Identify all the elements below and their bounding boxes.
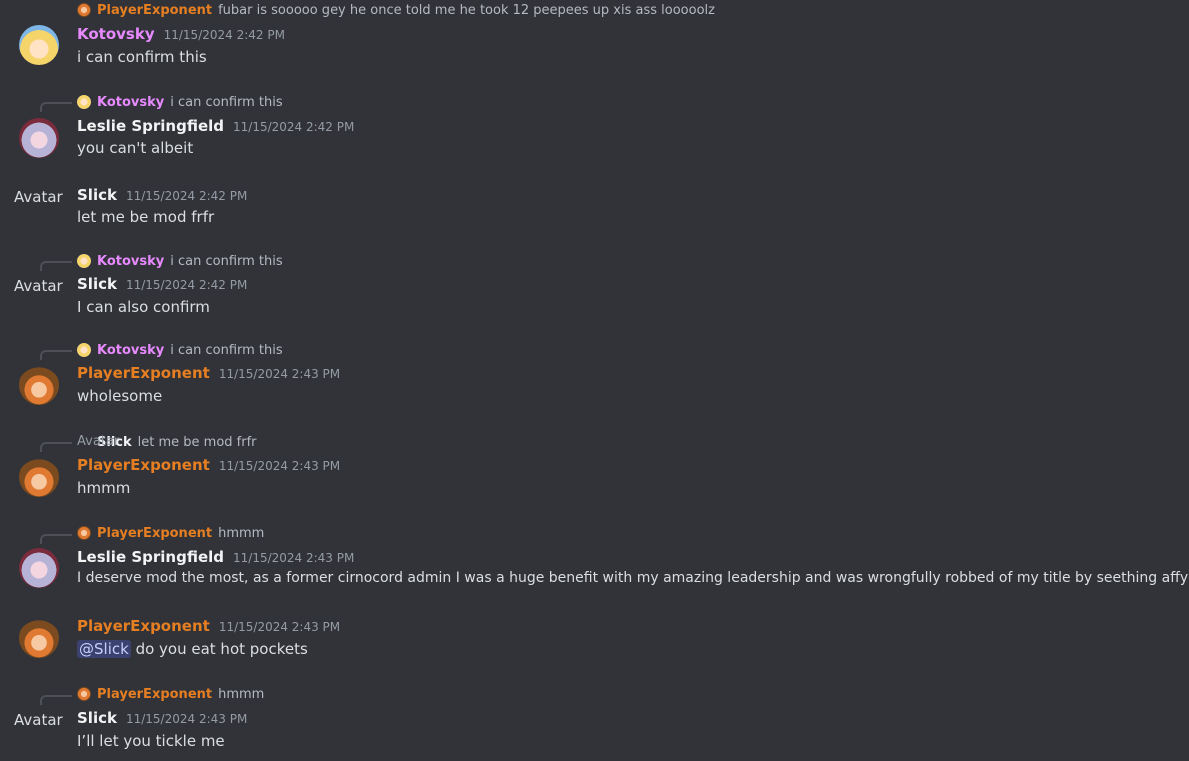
kotovsky-mini-avatar-icon bbox=[77, 343, 91, 357]
username[interactable]: Leslie Springfield bbox=[77, 117, 224, 135]
message-content: I deserve mod the most, as a former cirn… bbox=[77, 570, 1189, 586]
avatar-alt-text[interactable]: Avatar bbox=[14, 711, 63, 729]
message-content: I’ll let you tickle me bbox=[77, 732, 225, 750]
username[interactable]: Kotovsky bbox=[77, 25, 155, 43]
message-content: hmmm bbox=[77, 479, 131, 497]
reply-connector bbox=[40, 695, 72, 705]
username[interactable]: PlayerExponent bbox=[77, 617, 210, 635]
timestamp: 11/15/2024 2:42 PM bbox=[125, 189, 248, 203]
playerexponent-avatar[interactable] bbox=[19, 618, 59, 658]
reply-preview[interactable]: PlayerExponent fubar is sooooo gey he on… bbox=[77, 1, 715, 19]
reply-text: i can confirm this bbox=[170, 253, 283, 269]
reply-connector bbox=[40, 534, 72, 544]
reply-text: hmmm bbox=[218, 686, 265, 702]
reply-text: let me be mod frfr bbox=[137, 434, 257, 450]
timestamp: 11/15/2024 2:43 PM bbox=[218, 620, 341, 634]
timestamp: 11/15/2024 2:43 PM bbox=[125, 712, 248, 726]
message-header: PlayerExponent 11/15/2024 2:43 PM bbox=[77, 456, 340, 474]
reply-text: hmmm bbox=[218, 525, 265, 541]
reply-connector bbox=[40, 102, 72, 112]
reply-connector bbox=[40, 350, 72, 360]
reply-preview[interactable]: Kotovsky i can confirm this bbox=[77, 93, 283, 111]
timestamp: 11/15/2024 2:42 PM bbox=[125, 278, 248, 292]
message-header: Slick 11/15/2024 2:42 PM bbox=[77, 275, 247, 293]
message-header: Kotovsky 11/15/2024 2:42 PM bbox=[77, 25, 285, 43]
reply-text: i can confirm this bbox=[170, 342, 283, 358]
username[interactable]: PlayerExponent bbox=[77, 364, 210, 382]
message-header: Leslie Springfield 11/15/2024 2:42 PM bbox=[77, 117, 354, 135]
kotovsky-mini-avatar-icon bbox=[77, 95, 91, 109]
user-mention[interactable]: @Slick bbox=[77, 640, 131, 658]
reply-username[interactable]: Kotovsky bbox=[97, 254, 164, 269]
leslie-avatar[interactable] bbox=[19, 548, 59, 588]
reply-preview[interactable]: Kotovsky i can confirm this bbox=[77, 341, 283, 359]
reply-username[interactable]: Kotovsky bbox=[97, 95, 164, 110]
reply-preview[interactable]: PlayerExponent hmmm bbox=[77, 685, 264, 703]
message-content: I can also confirm bbox=[77, 298, 210, 316]
reply-connector bbox=[40, 442, 72, 452]
kotovsky-mini-avatar-icon bbox=[77, 254, 91, 268]
playerexponent-mini-avatar-icon bbox=[77, 526, 91, 540]
reply-username[interactable]: PlayerExponent bbox=[97, 3, 212, 18]
timestamp: 11/15/2024 2:43 PM bbox=[218, 367, 341, 381]
message-header: Slick 11/15/2024 2:42 PM bbox=[77, 186, 247, 204]
reply-connector bbox=[40, 261, 72, 271]
message-header: PlayerExponent 11/15/2024 2:43 PM bbox=[77, 364, 340, 382]
playerexponent-mini-avatar-icon bbox=[77, 687, 91, 701]
reply-preview[interactable]: Kotovsky i can confirm this bbox=[77, 252, 283, 270]
avatar-alt-text[interactable]: Avatar bbox=[14, 277, 63, 295]
message-content: let me be mod frfr bbox=[77, 208, 215, 226]
timestamp: 11/15/2024 2:43 PM bbox=[233, 551, 355, 565]
playerexponent-avatar[interactable] bbox=[19, 457, 59, 497]
message-text: do you eat hot pockets bbox=[130, 640, 308, 658]
timestamp: 11/15/2024 2:42 PM bbox=[233, 120, 355, 134]
reply-text: fubar is sooooo gey he once told me he t… bbox=[218, 2, 715, 18]
reply-username[interactable]: PlayerExponent bbox=[97, 687, 212, 702]
leslie-avatar[interactable] bbox=[19, 118, 59, 158]
playerexponent-avatar[interactable] bbox=[19, 365, 59, 405]
avatar-alt-text[interactable]: Avatar bbox=[14, 188, 63, 206]
playerexponent-mini-avatar-icon bbox=[77, 3, 91, 17]
kotovsky-avatar[interactable] bbox=[19, 25, 59, 65]
reply-username[interactable]: PlayerExponent bbox=[97, 526, 212, 541]
reply-preview[interactable]: PlayerExponent hmmm bbox=[77, 524, 264, 542]
reply-preview[interactable]: Avatar Slick let me be mod frfr bbox=[77, 433, 257, 451]
message-content: @Slick do you eat hot pockets bbox=[77, 640, 308, 658]
message-content: you can't albeit bbox=[77, 139, 194, 157]
message-header: Slick 11/15/2024 2:43 PM bbox=[77, 709, 247, 727]
reply-text: i can confirm this bbox=[170, 94, 283, 110]
username[interactable]: Slick bbox=[77, 709, 117, 727]
timestamp: 11/15/2024 2:42 PM bbox=[163, 28, 285, 42]
username[interactable]: Leslie Springfield bbox=[77, 548, 224, 566]
message-content: i can confirm this bbox=[77, 48, 207, 66]
message-header: PlayerExponent 11/15/2024 2:43 PM bbox=[77, 617, 340, 635]
message-content: wholesome bbox=[77, 387, 163, 405]
message-header: Leslie Springfield 11/15/2024 2:43 PM bbox=[77, 548, 354, 566]
username[interactable]: Slick bbox=[77, 275, 117, 293]
username[interactable]: PlayerExponent bbox=[77, 456, 210, 474]
reply-avatar-alt-text: Avatar bbox=[77, 434, 120, 449]
reply-username[interactable]: Kotovsky bbox=[97, 343, 164, 358]
timestamp: 11/15/2024 2:43 PM bbox=[218, 459, 341, 473]
username[interactable]: Slick bbox=[77, 186, 117, 204]
